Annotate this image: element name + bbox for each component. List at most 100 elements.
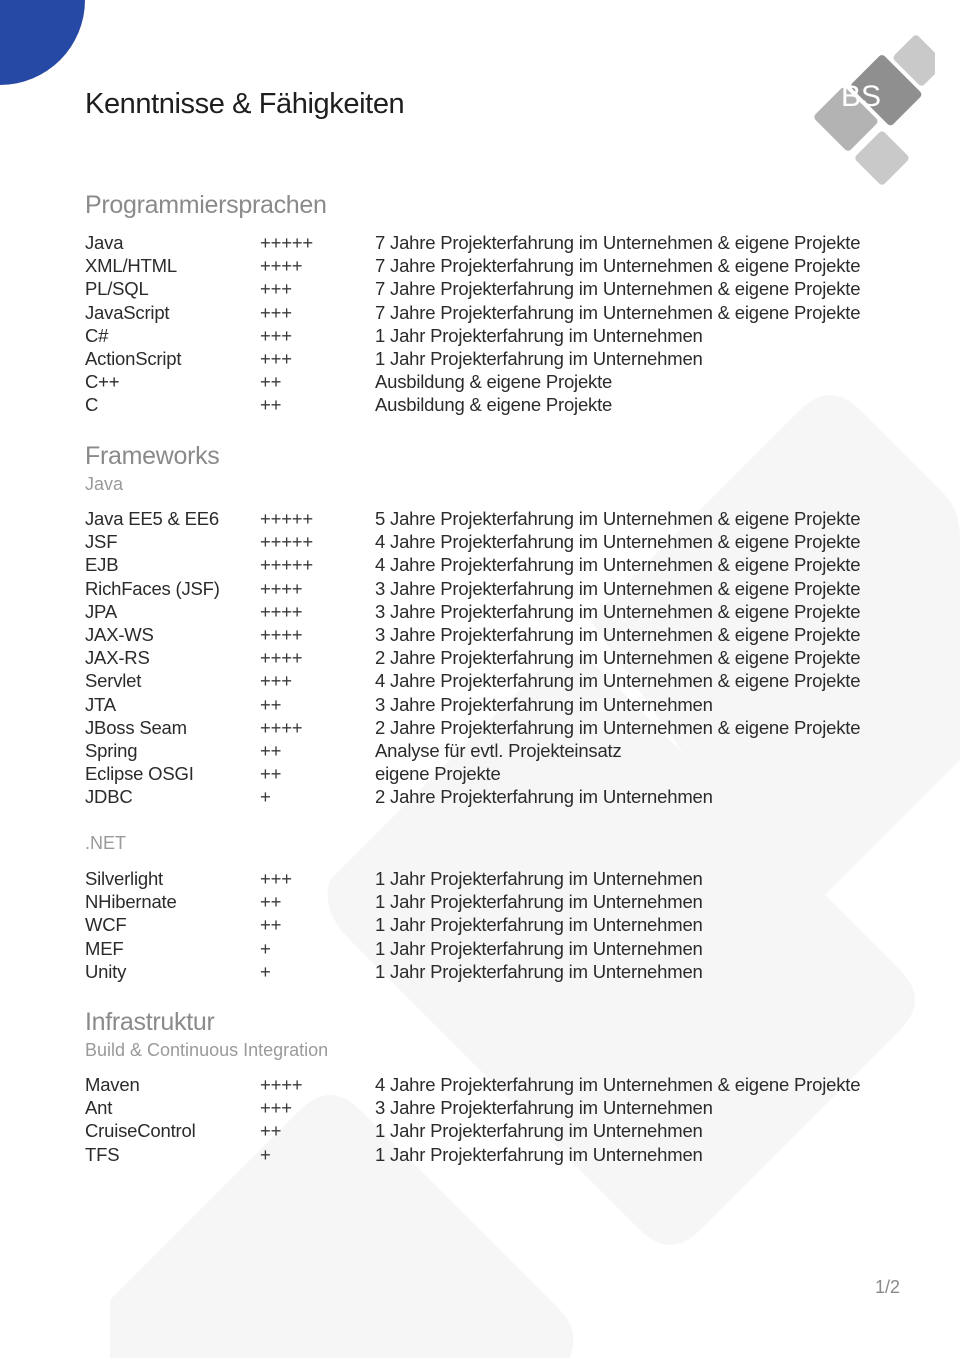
skill-row: Java +++++ 7 Jahre Projekterfahrung im Unt… xyxy=(85,231,905,254)
subsection-title-java: Java xyxy=(85,474,124,494)
skill-name: TFS xyxy=(85,1143,120,1165)
skill-description: 2 Jahre Projekterfahrung im Unternehmen … xyxy=(375,716,861,738)
skill-description: 1 Jahr Projekterfahrung im Unternehmen xyxy=(375,324,703,346)
skill-level: +++++ xyxy=(260,232,314,253)
skill-name: NHibernate xyxy=(85,891,177,913)
skill-name: Java EE5 & EE6 xyxy=(85,508,219,529)
skill-row: CruiseControl ++ 1 Jahr Projekterfahrung i… xyxy=(85,1119,905,1142)
skill-row: XML/HTML ++++ 7 Jahre Projekterfahrung im … xyxy=(85,254,905,277)
skill-name: Silverlight xyxy=(85,868,163,889)
skill-level: + xyxy=(260,937,271,959)
skill-level: + xyxy=(260,960,271,982)
skill-row: Silverlight +++ 1 Jahr Projekterfahrung im… xyxy=(85,867,905,890)
skill-name: Maven xyxy=(85,1074,140,1095)
skill-description: 7 Jahre Projekterfahrung im Unternehmen … xyxy=(375,232,861,253)
skill-name: XML/HTML xyxy=(85,255,177,277)
skill-name: C# xyxy=(85,324,109,346)
skill-row: JTA ++ 3 Jahre Projekterfahrung im Unterne… xyxy=(85,693,905,716)
skill-name: Java xyxy=(85,232,124,253)
skill-name: MEF xyxy=(85,937,124,959)
infrastructure-table: Maven ++++ 4 Jahre Projekterfahrung im Unt… xyxy=(85,1073,905,1166)
skill-description: 4 Jahre Projekterfahrung im Unternehmen … xyxy=(375,1074,861,1095)
skill-row: JavaScript +++ 7 Jahre Projekterfahrung im… xyxy=(85,301,905,324)
skill-row: Ant +++ 3 Jahre Projekterfahrung im Untern… xyxy=(85,1096,905,1119)
skill-description: 1 Jahr Projekterfahrung im Unternehmen xyxy=(375,960,703,982)
skill-name: Ant xyxy=(85,1097,113,1119)
skill-row: RichFaces (JSF) ++++ 3 Jahre Projekterfahr… xyxy=(85,577,905,600)
skill-name: Spring xyxy=(85,739,138,761)
skill-level: +++++ xyxy=(260,554,314,576)
skill-row: WCF ++ 1 Jahr Projekterfahrung im Unterneh… xyxy=(85,913,905,936)
skill-name: CruiseControl xyxy=(85,1120,196,1142)
skill-description: 1 Jahr Projekterfahrung im Unternehmen xyxy=(375,868,703,889)
skill-level: +++ xyxy=(260,347,292,369)
skill-description: 2 Jahre Projekterfahrung im Unternehmen xyxy=(375,786,713,808)
skill-description: 3 Jahre Projekterfahrung im Unternehmen … xyxy=(375,623,861,645)
section-title-frameworks: Frameworks xyxy=(85,442,220,470)
skill-name: JPA xyxy=(85,600,117,622)
skill-level: +++++ xyxy=(260,531,314,553)
skill-level: +++++ xyxy=(260,508,314,529)
skill-row: Eclipse OSGI ++ eigene Projekte xyxy=(85,762,905,785)
skill-description: 5 Jahre Projekterfahrung im Unternehmen … xyxy=(375,508,861,529)
java-frameworks-table: Java EE5 & EE6 +++++ 5 Jahre Projekterfahr… xyxy=(85,507,905,808)
skill-description: 7 Jahre Projekterfahrung im Unternehmen … xyxy=(375,255,861,277)
skill-name: JavaScript xyxy=(85,301,170,323)
skill-description: 4 Jahre Projekterfahrung im Unternehmen … xyxy=(375,670,861,692)
skill-name: EJB xyxy=(85,554,119,576)
skill-row: Java EE5 & EE6 +++++ 5 Jahre Projekterfahr… xyxy=(85,507,905,530)
company-logo: BS xyxy=(814,35,935,185)
skill-description: 7 Jahre Projekterfahrung im Unternehmen … xyxy=(375,278,861,300)
skill-level: ++ xyxy=(260,371,282,393)
skill-row: MEF +1 Jahr Projekterfahrung im Unternehm… xyxy=(85,937,905,960)
skill-description: eigene Projekte xyxy=(375,763,501,785)
skill-row: JDBC +2 Jahre Projekterfahrung im Unterne… xyxy=(85,785,905,808)
skill-row: Unity +1 Jahr Projekterfahrung im Unterne… xyxy=(85,960,905,983)
skill-description: 4 Jahre Projekterfahrung im Unternehmen … xyxy=(375,554,861,576)
skill-level: ++ xyxy=(260,763,282,785)
skill-level: ++++ xyxy=(260,577,303,599)
skill-name: JBoss Seam xyxy=(85,716,187,738)
skill-row: Servlet +++ 4 Jahre Projekterfahrung im Un… xyxy=(85,669,905,692)
skill-name: JAX-WS xyxy=(85,623,154,645)
skill-description: 3 Jahre Projekterfahrung im Unternehmen … xyxy=(375,577,861,599)
skill-description: 1 Jahr Projekterfahrung im Unternehmen xyxy=(375,347,703,369)
skill-row: JPA ++++ 3 Jahre Projekterfahrung im Unter… xyxy=(85,600,905,623)
skill-level: +++ xyxy=(260,278,292,300)
page-title: Kenntnisse & Fähigkeiten xyxy=(85,88,405,120)
skill-row: JSF +++++ 4 Jahre Projekterfahrung im Unte… xyxy=(85,530,905,553)
skill-name: PL/SQL xyxy=(85,278,149,300)
section-title-programming: Programmiersprachen xyxy=(85,191,327,219)
skill-name: WCF xyxy=(85,914,127,936)
skill-row: C# +++ 1 Jahr Projekterfahrung im Unterneh… xyxy=(85,324,905,347)
skill-description: 4 Jahre Projekterfahrung im Unternehmen … xyxy=(375,531,861,553)
section-title-infrastructure: Infrastruktur xyxy=(85,1008,215,1036)
skill-description: 1 Jahr Projekterfahrung im Unternehmen xyxy=(375,914,703,936)
skill-level: +++ xyxy=(260,301,292,323)
skill-level: +++ xyxy=(260,1097,292,1119)
skill-level: ++ xyxy=(260,739,282,761)
skill-name: Servlet xyxy=(85,670,142,692)
skill-level: ++++ xyxy=(260,1074,303,1095)
skill-row: JAX-WS ++++ 3 Jahre Projekterfahrung im Un… xyxy=(85,623,905,646)
skill-row: C ++ Ausbildung & eigene Projekte xyxy=(85,393,905,416)
skill-level: + xyxy=(260,786,271,808)
skill-row: ActionScript +++ 1 Jahr Projekterfahrung i… xyxy=(85,347,905,370)
skill-level: ++++ xyxy=(260,716,303,738)
subsection-title-dotnet: .NET xyxy=(85,833,127,853)
programming-table: Java +++++ 7 Jahre Projekterfahrung im Unt… xyxy=(85,231,905,417)
skill-level: ++++ xyxy=(260,623,303,645)
skill-level: ++++ xyxy=(260,647,303,669)
skill-name: Eclipse OSGI xyxy=(85,763,194,785)
skill-level: ++ xyxy=(260,914,282,936)
skill-row: TFS +1 Jahr Projekterfahrung im Unternehm… xyxy=(85,1143,905,1166)
skill-name: JTA xyxy=(85,693,116,715)
skill-level: +++ xyxy=(260,324,292,346)
dotnet-frameworks-table: Silverlight +++ 1 Jahr Projekterfahrung im… xyxy=(85,867,905,983)
skill-description: 2 Jahre Projekterfahrung im Unternehmen … xyxy=(375,647,861,669)
skill-description: 7 Jahre Projekterfahrung im Unternehmen … xyxy=(375,301,861,323)
skill-level: ++ xyxy=(260,693,282,715)
skill-row: Spring ++ Analyse für evtl. Projekteinsatz xyxy=(85,739,905,762)
skill-level: +++ xyxy=(260,670,292,692)
skill-level: ++++ xyxy=(260,255,303,277)
